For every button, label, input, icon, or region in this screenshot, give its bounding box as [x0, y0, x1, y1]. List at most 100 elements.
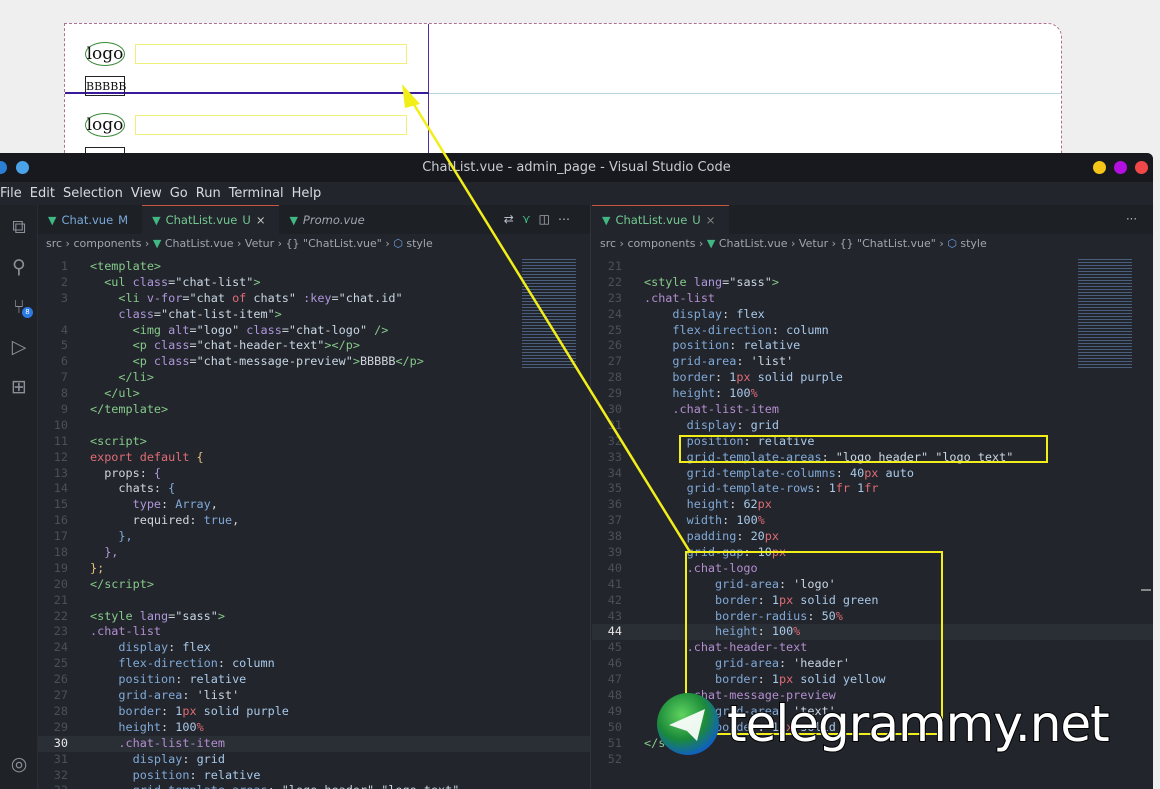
chat-list-item[interactable]: logo BBBBB [65, 24, 429, 96]
source-control-icon[interactable]: ⑂ 8 [5, 293, 33, 321]
code-line[interactable]: 32 position: relative [38, 768, 590, 784]
code-line[interactable]: 20 </script> [38, 577, 590, 593]
tab-chat-vue[interactable]: ▼ Chat.vue M [38, 205, 142, 234]
code-line[interactable]: class="chat-list-item"> [38, 307, 590, 323]
code-line[interactable]: 11 <script> [38, 434, 590, 450]
code-line[interactable]: 36 height: 62px [592, 497, 1153, 513]
crumb[interactable]: style [406, 237, 432, 250]
menu-view[interactable]: View [131, 182, 166, 205]
code-line[interactable]: 17 }, [38, 529, 590, 545]
tab-chatlist-vue[interactable]: ▼ ChatList.vue U × [592, 205, 730, 234]
code-line[interactable]: 6 <p class="chat-message-preview">BBBBB<… [38, 354, 590, 370]
code-line[interactable]: 24 display: flex [38, 640, 590, 656]
code-line[interactable]: 15 type: Array, [38, 497, 590, 513]
menu-help[interactable]: Help [292, 182, 326, 205]
code-line[interactable]: 45 .chat-header-text [592, 640, 1153, 656]
code-line[interactable]: 21 [592, 259, 1153, 275]
code-line[interactable]: 23 .chat-list [38, 624, 590, 640]
code-line[interactable]: 12 export default { [38, 450, 590, 466]
code-line[interactable]: 10 [38, 418, 590, 434]
code-editor-right[interactable]: 21 22 <style lang="sass"> 23 .chat-list 24 di… [592, 259, 1153, 768]
extensions-icon[interactable]: ⊞ [5, 373, 33, 401]
crumb[interactable]: {} "ChatList.vue" [840, 237, 936, 250]
crumb[interactable]: Vetur [245, 237, 274, 250]
code-line[interactable]: 29 height: 100% [592, 386, 1153, 402]
code-line[interactable]: 31 display: grid [38, 752, 590, 768]
crumb[interactable]: ChatList.vue [165, 237, 234, 250]
code-line[interactable]: 21 [38, 593, 590, 609]
code-line[interactable]: 43 border-radius: 50% [592, 609, 1153, 625]
code-line[interactable]: 44 height: 100% [592, 624, 1153, 641]
crumb[interactable]: style [960, 237, 986, 250]
run-debug-icon[interactable]: ▷ [5, 333, 33, 361]
code-line[interactable]: 18 }, [38, 545, 590, 561]
code-line[interactable]: 40 .chat-logo [592, 561, 1153, 577]
code-line[interactable]: 33 grid-template-areas: "logo header" "l… [38, 783, 590, 789]
code-line[interactable]: 9 </template> [38, 402, 590, 418]
code-line[interactable]: 1 <template> [38, 259, 590, 275]
scrollbar[interactable] [578, 259, 588, 789]
scrollbar[interactable] [1141, 259, 1151, 789]
code-line[interactable]: 2 <ul class="chat-list"> [38, 275, 590, 291]
code-line[interactable]: 25 flex-direction: column [592, 323, 1153, 339]
crumb[interactable]: src [46, 237, 62, 250]
compare-icon[interactable]: ⇄ [504, 212, 522, 226]
menu-edit[interactable]: Edit [30, 182, 59, 205]
code-line[interactable]: 26 position: relative [592, 338, 1153, 354]
crumb[interactable]: {} "ChatList.vue" [286, 237, 382, 250]
code-line[interactable]: 25 flex-direction: column [38, 656, 590, 672]
menu-terminal[interactable]: Terminal [229, 182, 288, 205]
split-editor-icon[interactable]: ◫ [539, 212, 558, 226]
tab-chatlist-vue[interactable]: ▼ ChatList.vue U × [142, 205, 280, 235]
menu-go[interactable]: Go [170, 182, 192, 205]
code-line[interactable]: 26 position: relative [38, 672, 590, 688]
code-line[interactable]: 14 chats: { [38, 481, 590, 497]
code-line[interactable]: 41 grid-area: 'logo' [592, 577, 1153, 593]
code-line[interactable]: 35 grid-template-rows: 1fr 1fr [592, 481, 1153, 497]
code-line[interactable]: 5 <p class="chat-header-text"></p> [38, 338, 590, 354]
tab-promo-vue[interactable]: ▼ Promo.vue [279, 205, 378, 234]
crumb[interactable]: src [600, 237, 616, 250]
minimize-button[interactable] [1093, 161, 1106, 174]
maximize-button[interactable] [1114, 161, 1127, 174]
code-line[interactable]: 27 grid-area: 'list' [38, 688, 590, 704]
crumb[interactable]: components [73, 237, 141, 250]
close-tab-icon[interactable]: × [256, 206, 266, 235]
crumb[interactable]: Vetur [799, 237, 828, 250]
close-button[interactable] [1135, 161, 1148, 174]
code-line[interactable]: 23 .chat-list [592, 291, 1153, 307]
more-actions-icon[interactable]: ··· [1126, 205, 1137, 234]
code-editor-left[interactable]: 1 <template> 2 <ul class="chat-list"> 3 <li… [38, 259, 590, 789]
code-line[interactable]: 27 grid-area: 'list' [592, 354, 1153, 370]
code-line[interactable]: 42 border: 1px solid green [592, 593, 1153, 609]
search-icon[interactable]: ⚲ [5, 253, 33, 281]
code-line[interactable]: 33 grid-template-areas: "logo header" "l… [592, 450, 1153, 466]
code-line[interactable]: 28 border: 1px solid purple [38, 704, 590, 720]
menu-selection[interactable]: Selection [63, 182, 127, 205]
code-line[interactable]: 4 <img alt="logo" class="chat-logo" /> [38, 323, 590, 339]
code-line[interactable]: 24 display: flex [592, 307, 1153, 323]
minimap[interactable] [1078, 259, 1132, 369]
code-line[interactable]: 3 <li v-for="chat of chats" :key="chat.i… [38, 291, 590, 307]
code-line[interactable]: 37 width: 100% [592, 513, 1153, 529]
code-line[interactable]: 22 <style lang="sass"> [592, 275, 1153, 291]
crumb[interactable]: ChatList.vue [719, 237, 788, 250]
code-line[interactable]: 39 grid-gap: 10px [592, 545, 1153, 561]
more-actions-icon[interactable]: ⋯ [558, 212, 578, 226]
code-line[interactable]: 47 border: 1px solid yellow [592, 672, 1153, 688]
minimap[interactable] [522, 259, 576, 369]
vue-tools-icon[interactable]: ⋎ [522, 212, 539, 226]
code-line[interactable]: 19}; [38, 561, 590, 577]
code-line[interactable]: 31 display: grid [592, 418, 1153, 434]
menu-file[interactable]: File [0, 182, 26, 205]
account-icon[interactable]: ◎ [5, 750, 33, 778]
code-line[interactable]: 30 .chat-list-item [38, 735, 590, 752]
code-line[interactable]: 22 <style lang="sass"> [38, 609, 590, 625]
pin-icon[interactable] [16, 161, 29, 174]
code-line[interactable]: 7 </li> [38, 370, 590, 386]
code-line[interactable]: 34 grid-template-columns: 40px auto [592, 466, 1153, 482]
menu-run[interactable]: Run [196, 182, 225, 205]
code-line[interactable]: 38 padding: 20px [592, 529, 1153, 545]
explorer-icon[interactable]: ⧉ [5, 213, 33, 241]
code-line[interactable]: 13 props: { [38, 466, 590, 482]
